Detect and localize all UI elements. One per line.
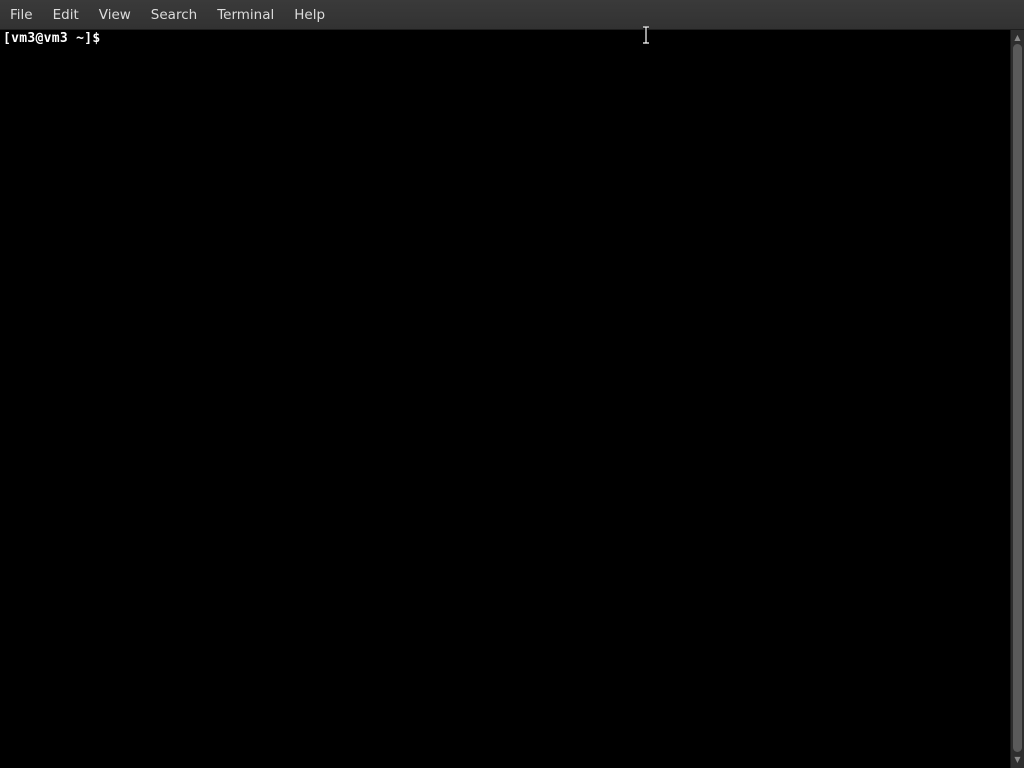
menu-terminal[interactable]: Terminal <box>207 0 284 30</box>
menu-view[interactable]: View <box>89 0 141 30</box>
menu-file[interactable]: File <box>0 0 43 30</box>
terminal-output-area[interactable]: [vm3@vm3 ~]$ <box>0 30 1010 768</box>
menu-edit[interactable]: Edit <box>43 0 89 30</box>
text-cursor <box>101 30 109 45</box>
shell-prompt: [vm3@vm3 ~]$ <box>3 31 101 46</box>
scrollbar-thumb[interactable] <box>1013 44 1022 752</box>
menu-bar: File Edit View Search Terminal Help <box>0 0 1024 30</box>
prompt-line: [vm3@vm3 ~]$ <box>3 30 109 47</box>
terminal-window: File Edit View Search Terminal Help [vm3… <box>0 0 1024 768</box>
scroll-up-arrow-icon[interactable]: ▲ <box>1011 32 1024 44</box>
menu-help[interactable]: Help <box>284 0 335 30</box>
vertical-scrollbar[interactable]: ▲ ▼ <box>1010 30 1024 768</box>
menu-search[interactable]: Search <box>141 0 207 30</box>
scroll-down-arrow-icon[interactable]: ▼ <box>1011 754 1024 766</box>
